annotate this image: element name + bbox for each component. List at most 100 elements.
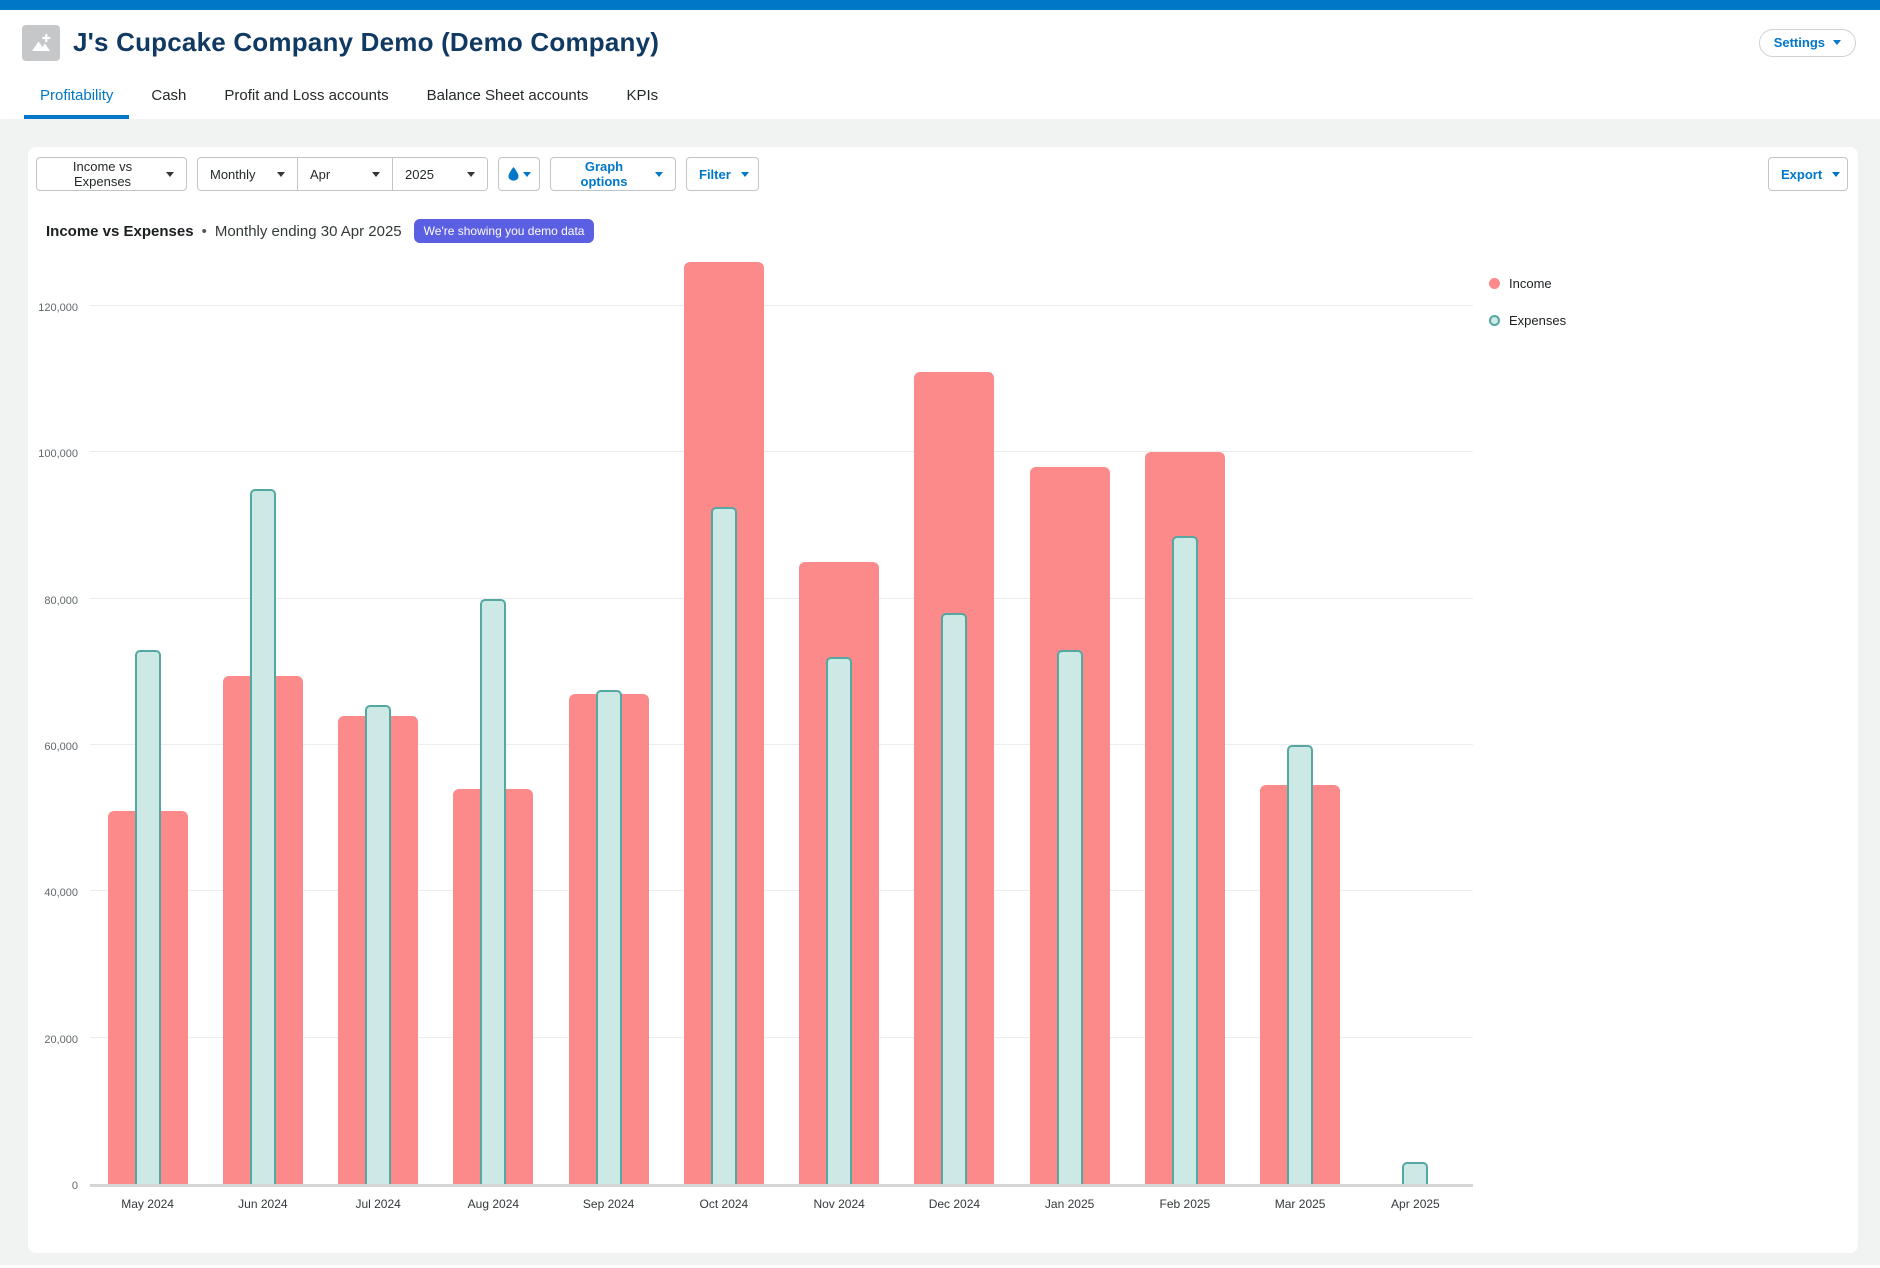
month-slot: Jul 2024 xyxy=(321,309,436,1184)
page-title: J's Cupcake Company Demo (Demo Company) xyxy=(73,27,1759,58)
x-axis-label: May 2024 xyxy=(90,1197,205,1211)
y-axis-label: 20,000 xyxy=(44,1034,78,1046)
x-axis-label: Jun 2024 xyxy=(205,1197,320,1211)
export-button[interactable]: Export xyxy=(1768,157,1848,191)
toolbar-spacer xyxy=(769,157,1758,191)
month-slot: Nov 2024 xyxy=(782,309,897,1184)
chart-legend: Income Expenses xyxy=(1489,276,1566,350)
chart-title: Income vs Expenses xyxy=(46,223,194,240)
y-axis-label: 60,000 xyxy=(44,741,78,753)
x-axis-label: Apr 2025 xyxy=(1358,1197,1473,1211)
month-slot: Dec 2024 xyxy=(897,309,1012,1184)
legend-label: Income xyxy=(1509,276,1552,291)
x-axis-label: Nov 2024 xyxy=(782,1197,897,1211)
year-dropdown-value: 2025 xyxy=(405,167,434,182)
chevron-down-icon xyxy=(277,172,285,177)
expenses-bar[interactable] xyxy=(596,690,622,1184)
legend-label: Expenses xyxy=(1509,313,1566,328)
month-dropdown-value: Apr xyxy=(310,167,330,182)
y-axis-label: 0 xyxy=(72,1180,78,1192)
y-axis: 020,00040,00060,00080,000100,000120,000 xyxy=(28,309,82,1187)
month-slot: Jan 2025 xyxy=(1012,309,1127,1184)
date-range-group: Monthly Apr 2025 xyxy=(197,157,488,191)
month-slot: Apr 2025 xyxy=(1358,309,1473,1184)
x-axis-label: Feb 2025 xyxy=(1127,1197,1242,1211)
company-logo xyxy=(22,25,60,61)
x-axis-label: Jan 2025 xyxy=(1012,1197,1127,1211)
app-header: J's Cupcake Company Demo (Demo Company) … xyxy=(0,10,1880,119)
report-card: Income vs Expenses Monthly Apr 2025 xyxy=(28,147,1858,1253)
month-slot: Mar 2025 xyxy=(1243,309,1358,1184)
period-dropdown-value: Monthly xyxy=(210,167,256,182)
export-button-label: Export xyxy=(1781,167,1822,182)
demo-data-badge: We're showing you demo data xyxy=(414,219,595,243)
month-slot: Jun 2024 xyxy=(205,309,320,1184)
expenses-bar[interactable] xyxy=(250,489,276,1184)
y-axis-label: 100,000 xyxy=(38,448,78,460)
bar-slots: May 2024Jun 2024Jul 2024Aug 2024Sep 2024… xyxy=(90,309,1473,1184)
settings-button-label: Settings xyxy=(1774,35,1825,50)
month-slot: May 2024 xyxy=(90,309,205,1184)
chart-title-separator: • xyxy=(202,223,207,240)
comparison-drop-button[interactable] xyxy=(498,157,540,191)
legend-dot-icon xyxy=(1489,278,1500,289)
legend-dot-icon xyxy=(1489,315,1500,326)
x-axis-label: Mar 2025 xyxy=(1243,1197,1358,1211)
tab-profitability[interactable]: Profitability xyxy=(24,75,129,119)
filter-button-label: Filter xyxy=(699,167,731,182)
chart-region: 020,00040,00060,00080,000100,000120,000 … xyxy=(28,309,1858,1187)
expenses-bar[interactable] xyxy=(365,705,391,1184)
x-axis-label: Sep 2024 xyxy=(551,1197,666,1211)
graph-options-label: Graph options xyxy=(563,159,645,189)
expenses-bar[interactable] xyxy=(1287,745,1313,1184)
expenses-bar[interactable] xyxy=(135,650,161,1184)
month-slot: Sep 2024 xyxy=(551,309,666,1184)
x-axis-label: Oct 2024 xyxy=(666,1197,781,1211)
metric-dropdown[interactable]: Income vs Expenses xyxy=(36,157,187,191)
chevron-down-icon xyxy=(1833,40,1841,45)
month-slot: Feb 2025 xyxy=(1127,309,1242,1184)
month-slot: Oct 2024 xyxy=(666,309,781,1184)
year-dropdown[interactable]: 2025 xyxy=(392,158,487,190)
chart-subtitle: Monthly ending 30 Apr 2025 xyxy=(215,223,402,240)
report-tabs: ProfitabilityCashProfit and Loss account… xyxy=(0,75,1880,119)
water-drop-icon xyxy=(508,167,519,181)
tab-balance-sheet-accounts[interactable]: Balance Sheet accounts xyxy=(411,75,605,119)
chevron-down-icon xyxy=(166,172,174,177)
plot-area: May 2024Jun 2024Jul 2024Aug 2024Sep 2024… xyxy=(90,309,1473,1187)
graph-options-button[interactable]: Graph options xyxy=(550,157,676,191)
y-axis-label: 80,000 xyxy=(44,595,78,607)
month-slot: Aug 2024 xyxy=(436,309,551,1184)
filter-button[interactable]: Filter xyxy=(686,157,759,191)
y-axis-label: 40,000 xyxy=(44,887,78,899)
expenses-bar[interactable] xyxy=(1172,536,1198,1184)
legend-item-expenses[interactable]: Expenses xyxy=(1489,313,1566,328)
tab-kpis[interactable]: KPIs xyxy=(610,75,674,119)
expenses-bar[interactable] xyxy=(941,613,967,1184)
expenses-bar[interactable] xyxy=(826,657,852,1184)
chevron-down-icon xyxy=(467,172,475,177)
legend-item-income[interactable]: Income xyxy=(1489,276,1566,291)
x-axis-label: Aug 2024 xyxy=(436,1197,551,1211)
x-axis-label: Jul 2024 xyxy=(321,1197,436,1211)
chart-header: Income vs Expenses • Monthly ending 30 A… xyxy=(46,218,594,244)
expenses-bar[interactable] xyxy=(1402,1162,1428,1184)
expenses-bar[interactable] xyxy=(711,507,737,1184)
chevron-down-icon xyxy=(741,172,749,177)
month-dropdown[interactable]: Apr xyxy=(297,158,392,190)
image-placeholder-icon xyxy=(30,32,52,54)
period-dropdown[interactable]: Monthly xyxy=(198,158,297,190)
page-background: Income vs Expenses Monthly Apr 2025 xyxy=(0,119,1880,1265)
expenses-bar[interactable] xyxy=(1057,650,1083,1184)
expenses-bar[interactable] xyxy=(480,599,506,1184)
chevron-down-icon xyxy=(523,172,531,177)
metric-dropdown-value: Income vs Expenses xyxy=(49,159,156,189)
toolbar: Income vs Expenses Monthly Apr 2025 xyxy=(36,157,1848,191)
x-axis-label: Dec 2024 xyxy=(897,1197,1012,1211)
top-accent-bar xyxy=(0,0,1880,10)
chevron-down-icon xyxy=(655,172,663,177)
tab-cash[interactable]: Cash xyxy=(135,75,202,119)
settings-button[interactable]: Settings xyxy=(1759,29,1856,57)
tab-profit-and-loss-accounts[interactable]: Profit and Loss accounts xyxy=(208,75,404,119)
chevron-down-icon xyxy=(1832,172,1840,177)
